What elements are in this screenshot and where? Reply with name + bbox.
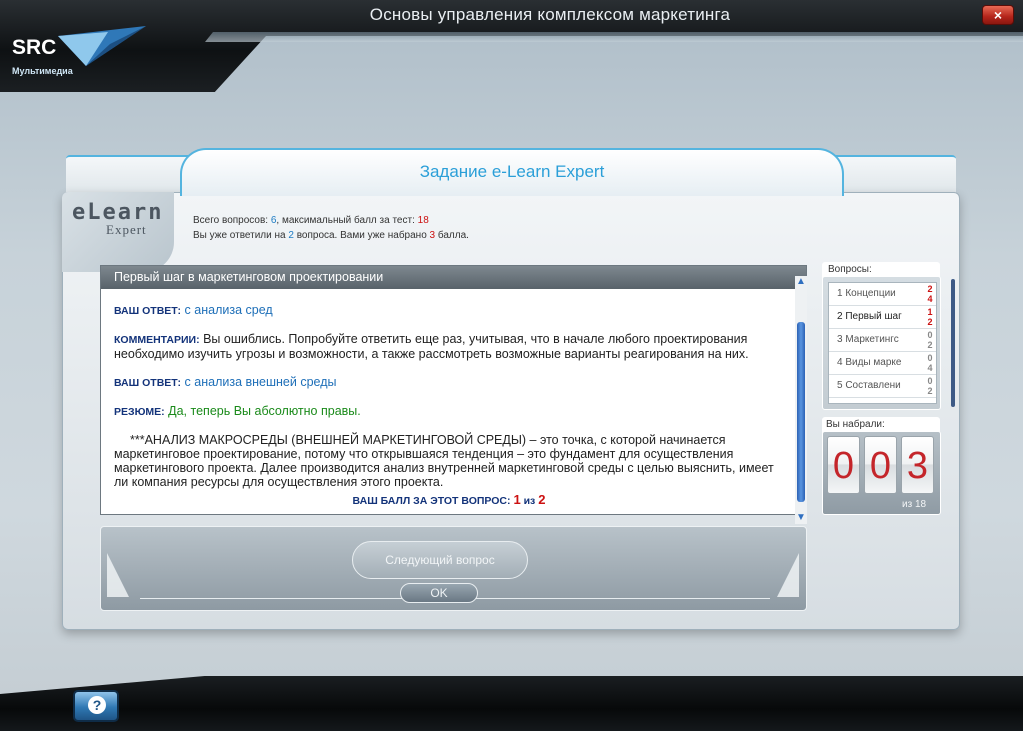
corner-decoration-right [777,553,799,597]
scroll-up-icon[interactable]: ▲ [795,276,807,288]
stats-line-2: Вы уже ответили на 2 вопроса. Вами уже н… [193,230,469,241]
question-score-badge: 24 [926,284,934,304]
bottom-bar [0,676,1023,731]
src-logo-subtitle: Мультимедиа [12,66,73,76]
answer-2: ВАШ ОТВЕТ: с анализа внешней среды [114,375,337,389]
score-max: из 18 [902,499,927,510]
src-logo: SRC [12,36,57,59]
question-score: ВАШ БАЛЛ ЗА ЭТОТ ВОПРОС: 1 из 2 [352,492,546,508]
question-item-1[interactable]: 1 Концепции 24 [829,283,936,306]
src-logo-icon [58,26,146,66]
answer-1: ВАШ ОТВЕТ: с анализа сред [114,303,273,317]
summary: РЕЗЮМЕ: Да, теперь Вы абсолютно правы. [114,404,361,418]
max-score: 18 [417,215,429,226]
scroll-down-icon[interactable]: ▼ [795,512,807,524]
corner-decoration-left [107,553,129,597]
question-item-3[interactable]: 3 Маркетингс 02 [829,329,936,352]
title-bar-glow [205,32,1023,42]
next-question-button[interactable]: Следующий вопрос [352,541,528,579]
question-item-5[interactable]: 5 Составлени 02 [829,375,936,398]
task-title: Задание e-Learn Expert [419,162,605,181]
question-score-badge: 12 [926,307,934,327]
question-score-badge: 02 [926,376,934,396]
panel-tab-left [66,155,196,195]
score-digit-3: 3 [901,436,934,494]
ok-button[interactable]: OK [400,583,478,603]
test-stats: Всего вопросов: 6, максимальный балл за … [193,213,469,243]
score-digit-1: 0 [827,436,860,494]
close-button[interactable]: × [982,5,1014,25]
questions-scrollbar[interactable] [951,279,955,407]
help-button[interactable]: ? [73,690,119,722]
help-icon: ? [88,696,106,714]
question-title: Первый шаг в маркетинговом проектировани… [101,266,806,289]
question-score-badge: 04 [926,353,934,373]
panel-tab-right [830,155,956,195]
content-scrollbar[interactable]: ▲ ▼ [795,276,807,524]
scroll-thumb[interactable] [797,322,805,502]
stats-line-1: Всего вопросов: 6, максимальный балл за … [193,215,429,226]
question-score-badge: 02 [926,330,934,350]
window-title: Основы управления комплексом маркетинга [369,5,731,24]
score-digit-2: 0 [864,436,897,494]
comment: КОММЕНТАРИИ: Вы ошиблись. Попробуйте отв… [114,332,749,361]
question-item-2[interactable]: 2 Первый шаг 12 [829,306,936,329]
question-item-4[interactable]: 4 Виды марке 04 [829,352,936,375]
questions-list: 1 Концепции 24 2 Первый шаг 12 3 Маркети… [828,282,937,404]
analysis-text: ***АНАЛИЗ МАКРОСРЕДЫ (ВНЕШНЕЙ МАРКЕТИНГО… [114,433,774,489]
elearn-logo-expert: Expert [106,222,147,237]
feedback-scroll-area[interactable]: ВАШ ОТВЕТ: с анализа сред КОММЕНТАРИИ: В… [101,289,796,514]
feedback-content: Первый шаг в маркетинговом проектировани… [100,265,807,515]
